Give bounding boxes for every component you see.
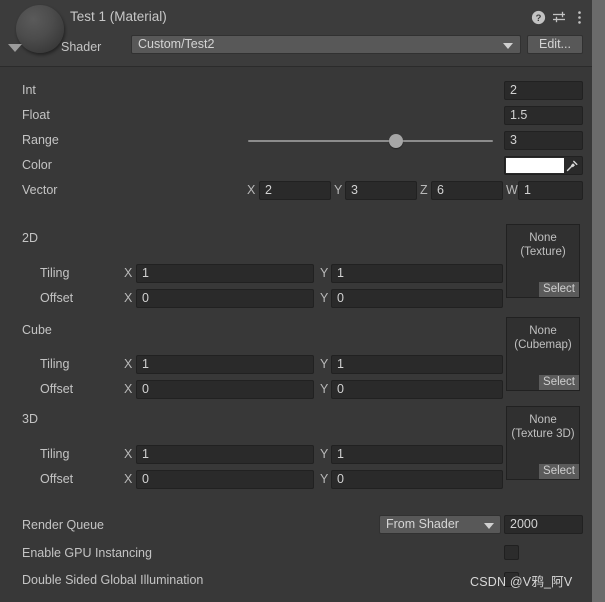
foldout-triangle-icon[interactable] — [8, 44, 22, 52]
tiling-3d-x-field[interactable]: 1 — [136, 445, 314, 464]
offset-2d-y-field[interactable]: 0 — [331, 289, 503, 308]
tiling-3d-x-axis-label: X — [124, 447, 133, 461]
offset-label-3d: Offset — [40, 472, 74, 486]
int-label: Int — [22, 83, 36, 97]
offset-3d-y-field[interactable]: 0 — [331, 470, 503, 489]
offset-2d-x-field[interactable]: 0 — [136, 289, 314, 308]
range-field[interactable]: 3 — [504, 131, 583, 150]
page-title: Test 1 (Material) — [70, 9, 167, 24]
color-label: Color — [22, 158, 52, 172]
double-sided-gi-label: Double Sided Global Illumination — [22, 573, 204, 587]
vector-w-field[interactable]: 1 — [518, 181, 583, 200]
tiling-cube-x-axis-label: X — [124, 357, 133, 371]
offset-3d-x-field[interactable]: 0 — [136, 470, 314, 489]
inspector-header: Test 1 (Material) ? Shader Custom/Test2 … — [0, 0, 592, 67]
offset-2d-x-axis-label: X — [124, 291, 133, 305]
eyedropper-icon[interactable] — [565, 159, 579, 173]
texture-slot-cube-select-button[interactable]: Select — [539, 375, 579, 390]
vector-y-axis-label: Y — [334, 183, 343, 197]
vector-y-field[interactable]: 3 — [345, 181, 417, 200]
shader-label: Shader — [61, 40, 102, 54]
range-slider-track[interactable] — [248, 140, 493, 142]
shader-dropdown[interactable]: Custom/Test2 — [131, 35, 521, 54]
float-field[interactable]: 1.5 — [504, 106, 583, 125]
render-queue-value-field[interactable]: 2000 — [504, 515, 583, 534]
range-label: Range — [22, 133, 59, 147]
offset-2d-y-axis-label: Y — [320, 291, 329, 305]
render-queue-dropdown[interactable]: From Shader — [379, 515, 501, 534]
texture-slot-2d-label: None (Texture) — [520, 232, 566, 258]
material-sphere-preview[interactable] — [16, 5, 64, 53]
chevron-down-icon — [503, 43, 513, 49]
offset-cube-y-field[interactable]: 0 — [331, 380, 503, 399]
tiling-label-cube: Tiling — [40, 357, 70, 371]
watermark-text: CSDN @V鸦_阿V — [470, 575, 573, 589]
vector-z-axis-label: Z — [420, 183, 428, 197]
tiling-3d-y-axis-label: Y — [320, 447, 329, 461]
vector-x-field[interactable]: 2 — [259, 181, 331, 200]
vector-label: Vector — [22, 183, 58, 197]
tiling-cube-y-field[interactable]: 1 — [331, 355, 503, 374]
color-field[interactable] — [504, 156, 583, 175]
color-swatch[interactable] — [506, 158, 564, 173]
tiling-label-2d: Tiling — [40, 266, 70, 280]
int-field[interactable]: 2 — [504, 81, 583, 100]
texture-slot-3d-select-button[interactable]: Select — [539, 464, 579, 479]
more-menu-icon[interactable] — [572, 10, 587, 25]
tiling-2d-x-axis-label: X — [124, 266, 133, 280]
tiling-2d-y-field[interactable]: 1 — [331, 264, 503, 283]
tiling-cube-x-field[interactable]: 1 — [136, 355, 314, 374]
vector-w-axis-label: W — [506, 183, 518, 197]
render-queue-label: Render Queue — [22, 518, 105, 532]
render-queue-dropdown-value: From Shader — [386, 517, 459, 531]
vector-z-field[interactable]: 6 — [431, 181, 503, 200]
texture-slot-cube[interactable]: None (Cubemap) Select — [506, 317, 580, 391]
shader-dropdown-value: Custom/Test2 — [138, 37, 215, 51]
tiling-2d-x-field[interactable]: 1 — [136, 264, 314, 283]
window-gutter — [592, 0, 605, 602]
texture-slot-3d-label: None (Texture 3D) — [511, 414, 575, 440]
float-label: Float — [22, 108, 50, 122]
offset-label-cube: Offset — [40, 382, 74, 396]
texture-slot-cube-label: None (Cubemap) — [514, 325, 572, 351]
texture-slot-2d[interactable]: None (Texture) Select — [506, 224, 580, 298]
tiling-3d-y-field[interactable]: 1 — [331, 445, 503, 464]
tiling-2d-y-axis-label: Y — [320, 266, 329, 280]
texture-slot-2d-select-button[interactable]: Select — [539, 282, 579, 297]
range-slider-handle[interactable] — [389, 134, 403, 148]
offset-cube-x-field[interactable]: 0 — [136, 380, 314, 399]
tiling-cube-y-axis-label: Y — [320, 357, 329, 371]
texture-section-title-2d: 2D — [22, 231, 38, 245]
preset-icon[interactable] — [552, 10, 567, 25]
tiling-label-3d: Tiling — [40, 447, 70, 461]
edit-shader-button[interactable]: Edit... — [527, 35, 583, 54]
offset-cube-x-axis-label: X — [124, 382, 133, 396]
material-inspector-window: Test 1 (Material) ? Shader Custom/Test2 … — [0, 0, 592, 602]
gpu-instancing-label: Enable GPU Instancing — [22, 546, 152, 560]
offset-3d-y-axis-label: Y — [320, 472, 329, 486]
texture-section-title-3d: 3D — [22, 412, 38, 426]
offset-label-2d: Offset — [40, 291, 74, 305]
vector-x-axis-label: X — [247, 183, 256, 197]
texture-slot-3d[interactable]: None (Texture 3D) Select — [506, 406, 580, 480]
svg-text:?: ? — [536, 13, 542, 24]
chevron-down-icon — [484, 523, 494, 529]
offset-cube-y-axis-label: Y — [320, 382, 329, 396]
texture-section-title-cube: Cube — [22, 323, 52, 337]
offset-3d-x-axis-label: X — [124, 472, 133, 486]
gpu-instancing-checkbox[interactable] — [504, 545, 519, 560]
help-icon[interactable]: ? — [531, 10, 546, 25]
